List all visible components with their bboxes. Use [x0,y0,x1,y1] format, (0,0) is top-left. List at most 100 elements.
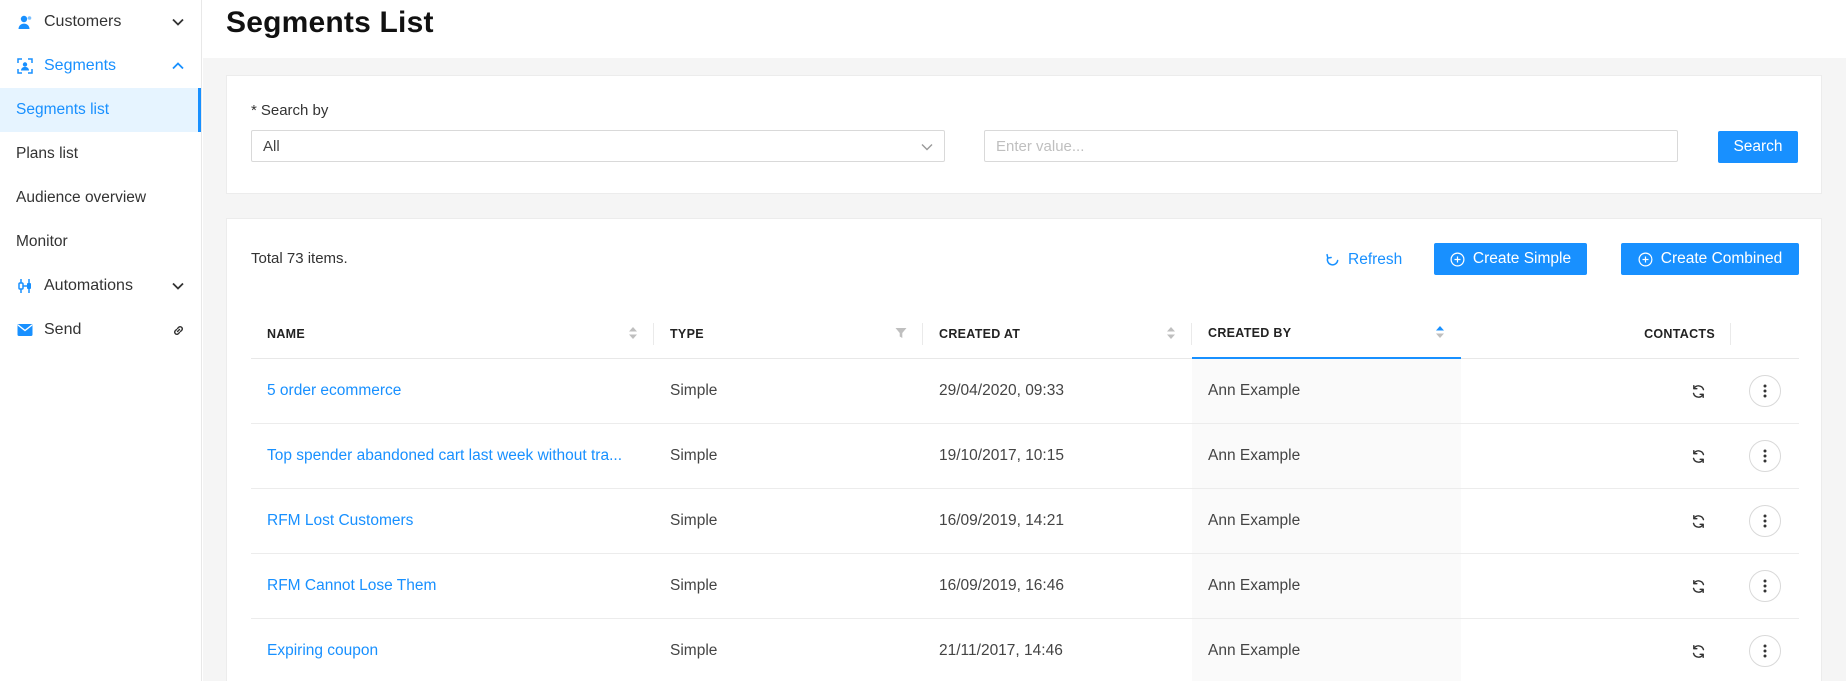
main-content: Segments List *Search by All Search Tota… [203,0,1846,681]
cell-created-at: 16/09/2019, 14:21 [939,512,1064,529]
chevron-down-icon [171,279,185,293]
column-header-actions [1731,309,1799,359]
mail-icon [16,321,34,339]
cell-created-by: Ann Example [1192,554,1461,618]
sidebar-item-plans-list[interactable]: Plans list [0,132,201,176]
cell-name: Expiring coupon [251,619,654,681]
refresh-icon [1325,253,1340,268]
sync-icon[interactable] [1689,577,1707,595]
sidebar-item-monitor[interactable]: Monitor [0,220,201,264]
create-combined-button[interactable]: Create Combined [1621,243,1799,275]
cell-actions [1731,619,1799,681]
search-card: *Search by All Search [226,75,1822,194]
cell-type: Simple [670,447,718,464]
filter-icon [895,327,907,342]
search-by-text: Search by [260,102,329,119]
cell-name: 5 order ecommerce [251,359,654,423]
segment-name-link[interactable]: Top spender abandoned cart last week wit… [267,447,622,465]
sidebar-item-audience-overview[interactable]: Audience overview [0,176,201,220]
chevron-down-icon [171,15,185,29]
cell-type: Simple [670,512,718,529]
segment-name-link[interactable]: Expiring coupon [267,642,378,660]
segment-name-link[interactable]: RFM Lost Customers [267,512,413,530]
column-header-name[interactable]: NAME [251,309,654,359]
page-header: Segments List [203,0,1846,58]
page-title: Segments List [226,6,434,39]
column-header-type[interactable]: TYPE [654,309,923,359]
sidebar: Customers Segments Segments list Plans l… [0,0,202,681]
more-vertical-icon [1763,384,1767,398]
more-actions-button[interactable] [1749,375,1781,407]
search-by-label: * Search by [251,102,328,119]
cell-actions [1731,424,1799,488]
table-body: 5 order ecommerce Simple 29/04/2020, 09:33… [251,359,1799,681]
sync-icon[interactable] [1689,512,1707,530]
cell-contacts [1461,359,1731,423]
sync-icon[interactable] [1689,382,1707,400]
cell-contacts [1461,489,1731,553]
more-vertical-icon [1763,514,1767,528]
sync-icon[interactable] [1689,642,1707,660]
link-icon [171,323,185,337]
sidebar-item-segments-list[interactable]: Segments list [0,88,201,132]
cell-name: Top spender abandoned cart last week wit… [251,424,654,488]
table-row: 5 order ecommerce Simple 29/04/2020, 09:33… [251,359,1799,424]
segments-table: NAME TYPE CREATED AT CREATED BY CONTACTS… [251,309,1799,681]
column-header-contacts: CONTACTS [1461,309,1731,359]
more-vertical-icon [1763,579,1767,593]
nav-customers-label: Customers [44,13,122,30]
cell-contacts [1461,424,1731,488]
create-simple-button[interactable]: Create Simple [1434,243,1587,275]
nav-send-label: Send [44,321,82,338]
cell-name: RFM Lost Customers [251,489,654,553]
plus-circle-icon [1638,252,1653,267]
column-header-created-at[interactable]: CREATED AT [923,309,1192,359]
create-combined-label: Create Combined [1660,250,1783,267]
search-by-select-value: All [263,137,280,155]
cell-created-by: Ann Example [1192,359,1461,423]
segments-table-card: Total 73 items. Refresh Create Simple Cr… [226,218,1822,681]
nav-segments[interactable]: Segments [0,44,201,88]
cell-actions [1731,489,1799,553]
nav-send[interactable]: Send [0,308,201,352]
table-row: RFM Lost Customers Simple 16/09/2019, 14:2… [251,489,1799,554]
create-simple-label: Create Simple [1472,250,1572,267]
refresh-label: Refresh [1348,251,1403,268]
nav-segments-label: Segments [44,57,117,74]
sync-icon[interactable] [1689,447,1707,465]
cell-created-at: 16/09/2019, 16:46 [939,577,1064,594]
column-name-label: NAME [267,327,306,341]
column-header-created-by[interactable]: CREATED BY [1192,309,1461,359]
sort-icon [628,326,638,343]
search-button[interactable]: Search [1718,131,1798,163]
segment-name-link[interactable]: RFM Cannot Lose Them [267,577,436,595]
search-by-select[interactable]: All [251,130,945,162]
nav-automations[interactable]: Automations [0,264,201,308]
nav-automations-label: Automations [44,277,133,294]
more-actions-button[interactable] [1749,635,1781,667]
more-actions-button[interactable] [1749,505,1781,537]
sort-icon [1166,326,1176,343]
cell-created-by: Ann Example [1192,489,1461,553]
more-actions-button[interactable] [1749,570,1781,602]
refresh-button[interactable]: Refresh [1325,245,1402,275]
segment-name-link[interactable]: 5 order ecommerce [267,382,401,400]
cell-contacts [1461,554,1731,618]
cell-created-by: Ann Example [1192,619,1461,681]
required-mark: * [251,102,257,119]
plus-circle-icon [1450,252,1465,267]
search-value-input[interactable] [984,130,1678,162]
cell-created-at: 19/10/2017, 10:15 [939,447,1064,464]
nav-customers[interactable]: Customers [0,0,201,44]
more-actions-button[interactable] [1749,440,1781,472]
segments-icon [16,57,34,75]
column-type-label: TYPE [670,327,704,341]
sort-ascending-icon [1435,325,1445,342]
chevron-down-icon [921,138,933,155]
cell-type: Simple [670,577,718,594]
column-created-by-label: CREATED BY [1208,326,1292,340]
cell-name: RFM Cannot Lose Them [251,554,654,618]
chevron-up-icon [171,59,185,73]
cell-actions [1731,554,1799,618]
cell-created-at: 21/11/2017, 14:46 [939,642,1063,659]
